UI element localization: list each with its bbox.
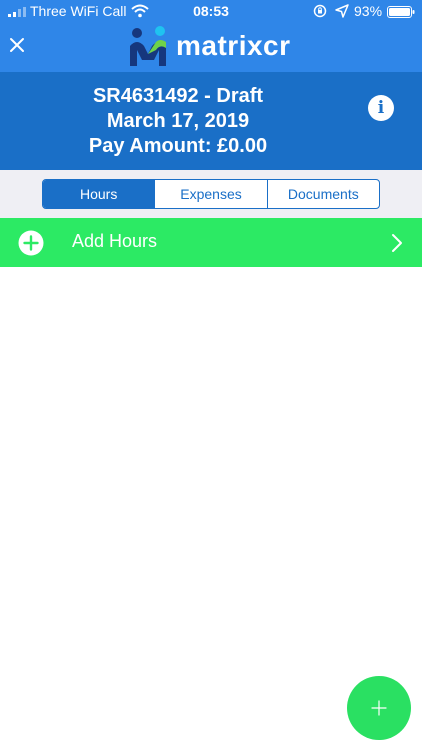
- tab-documents[interactable]: Documents: [266, 180, 379, 208]
- close-icon[interactable]: [6, 34, 28, 56]
- top-bar: Three WiFi Call 08:53 93% matrixcr: [0, 0, 422, 72]
- plus-icon: [371, 700, 387, 716]
- add-circle-icon: [18, 230, 44, 256]
- logo-text: matrixcr: [176, 30, 291, 61]
- navigation-bar: matrixcr: [0, 22, 422, 72]
- orientation-lock-icon: [313, 4, 327, 18]
- add-hours-label: Add Hours: [72, 231, 158, 251]
- tab-hours[interactable]: Hours: [43, 180, 155, 208]
- matrix-logo: matrixcr: [126, 24, 298, 68]
- pay-amount: Pay Amount: £0.00: [88, 135, 268, 157]
- tab-bar-area: Hours Expenses Documents: [0, 170, 422, 218]
- timesheet-summary: SR4631492 - Draft March 17, 2019 Pay Amo…: [0, 84, 356, 159]
- add-hours-row[interactable]: Add Hours: [0, 218, 422, 267]
- add-floating-button[interactable]: [347, 676, 411, 740]
- segmented-control: Hours Expenses Documents: [42, 179, 380, 209]
- battery-percentage: 93%: [354, 3, 383, 19]
- logo-people-icon: [130, 26, 166, 66]
- timesheet-header: SR4631492 - Draft March 17, 2019 Pay Amo…: [0, 72, 422, 170]
- info-icon[interactable]: i: [368, 95, 394, 121]
- location-icon: [335, 4, 349, 18]
- chevron-right-icon: [392, 234, 402, 252]
- tab-expenses[interactable]: Expenses: [154, 180, 266, 208]
- app-screen: Three WiFi Call 08:53 93% matrixcr SR463…: [0, 0, 422, 750]
- battery-icon: [387, 6, 415, 18]
- timesheet-reference: SR4631492 - Draft: [92, 85, 264, 107]
- status-bar: Three WiFi Call 08:53 93%: [0, 0, 422, 22]
- timesheet-date: March 17, 2019: [106, 110, 250, 132]
